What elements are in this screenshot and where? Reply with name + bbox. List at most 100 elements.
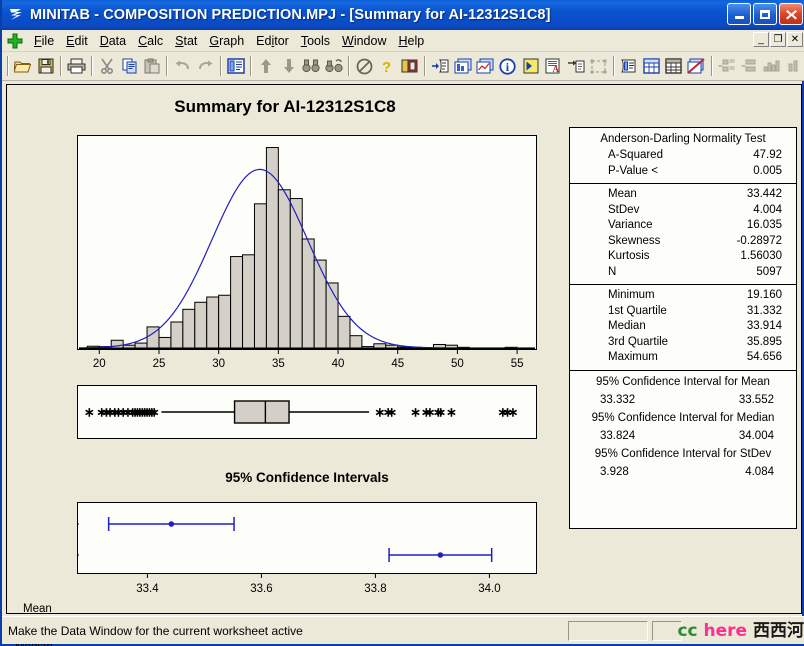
outlier-marker: ∗: [446, 405, 457, 420]
stat-row: StDev 4.004: [570, 203, 796, 219]
stat-value: 0.005: [753, 164, 782, 177]
stat-key: 1st Quartile: [608, 304, 667, 317]
stat-row: Minimum 19.160: [570, 288, 796, 304]
menu-editor[interactable]: Editor: [250, 32, 295, 50]
close-button[interactable]: [779, 3, 803, 25]
mdi-restore-button[interactable]: ❐: [770, 32, 786, 47]
ci-label-mean: Mean: [23, 603, 52, 615]
x-tick-label: 40: [332, 358, 345, 370]
menu-tools[interactable]: Tools: [295, 32, 336, 50]
redo-icon: [195, 54, 216, 78]
menu-window-rest: indow: [353, 33, 387, 48]
ci-lower: 33.824: [600, 429, 636, 442]
outlier-marker: ∗: [435, 405, 446, 420]
minimize-button[interactable]: [727, 3, 751, 25]
quantiles-section: Minimum 19.160 1st Quartile 31.332 Media…: [570, 284, 796, 370]
histogram-bar: [349, 335, 363, 349]
ci-median-header: 95% Confidence Interval for Median: [591, 411, 775, 424]
history-icon[interactable]: [520, 54, 541, 78]
stat-row: 3rd Quartile 35.895: [570, 335, 796, 351]
menu-graph-rest: raph: [219, 33, 245, 48]
stat-row: P-Value < 0.005: [570, 164, 796, 180]
histogram-bar: [253, 203, 267, 349]
close-graphs-icon[interactable]: [686, 54, 707, 78]
mdi-plus-icon: [5, 32, 25, 50]
ci-lower: 3.928: [600, 465, 629, 478]
help-question-icon[interactable]: ?: [377, 54, 398, 78]
open-folder-icon[interactable]: [13, 54, 34, 78]
data-window-icon[interactable]: [664, 54, 685, 78]
histogram-bar: [277, 189, 291, 349]
histogram-bar: [134, 342, 148, 349]
find-replace-icon: [324, 54, 345, 78]
graph-edit-icon[interactable]: [475, 54, 496, 78]
previous-command-icon[interactable]: [430, 54, 451, 78]
send-to-icon[interactable]: [565, 54, 586, 78]
summary-graph: Summary for AI-12312S1C8 20 25 30 35 40 45 50 5…: [7, 85, 801, 646]
menu-file[interactable]: File: [28, 32, 60, 50]
stat-key: 3rd Quartile: [608, 335, 669, 348]
boxplot: ∗ ∗∗∗∗∗∗∗∗∗∗∗∗∗∗∗∗∗ ∗∗∗ ∗ ∗∗∗∗ ∗ ∗∗∗: [77, 385, 537, 439]
print-icon[interactable]: [66, 54, 87, 78]
histogram-bar: [325, 282, 339, 349]
mdi-close-button[interactable]: ✕: [787, 32, 803, 47]
cut-scissors-icon[interactable]: [97, 54, 118, 78]
stat-value: 47.92: [753, 149, 782, 161]
stat-value: 54.656: [746, 351, 782, 363]
maximize-button[interactable]: [753, 3, 777, 25]
svg-text:?: ?: [382, 59, 391, 75]
watermark-cn: 西西河: [753, 621, 804, 641]
histogram-bar: [385, 344, 399, 349]
menu-data-rest: ata: [108, 33, 127, 48]
stat-value: 33.914: [746, 320, 782, 332]
stat-value: 16.035: [746, 219, 782, 231]
outlier-marker: ∗: [410, 405, 421, 420]
menu-tools-rest: ools: [307, 33, 331, 48]
copy-icon[interactable]: [119, 54, 140, 78]
x-tick-label: 45: [391, 358, 404, 370]
histogram-bar: [170, 321, 184, 349]
normality-section: Anderson-Darling Normality Test A-Square…: [570, 128, 796, 183]
toolbar-separator: [166, 56, 169, 76]
move-up-icon: [256, 54, 277, 78]
stat-row: Median 33.914: [570, 319, 796, 335]
paste-icon[interactable]: [142, 54, 163, 78]
worksheet-icon[interactable]: [641, 54, 662, 78]
menu-data[interactable]: Data: [94, 32, 132, 50]
session-window-icon[interactable]: [226, 54, 247, 78]
stat-value: 1.56030: [740, 250, 782, 262]
undo-icon: [172, 54, 193, 78]
histogram-bar: [265, 147, 279, 349]
stat-value: 31.332: [746, 304, 782, 317]
stat-value: 33.442: [746, 188, 782, 200]
stat-value: -0.28972: [736, 234, 782, 247]
info-icon[interactable]: i: [498, 54, 519, 78]
histogram-bar: [337, 315, 351, 349]
ci-stdev-header: 95% Confidence Interval for StDev: [594, 447, 772, 460]
ci-upper: 34.004: [738, 429, 774, 442]
ci-point-estimate: [168, 521, 175, 527]
watermark-cc: cc: [677, 621, 698, 641]
stat-value: 35.895: [746, 335, 782, 348]
stat-key: Kurtosis: [608, 250, 650, 262]
status-bar: Make the Data Window for the current wor…: [2, 616, 804, 644]
menu-window[interactable]: Window: [336, 32, 392, 50]
menu-calc[interactable]: Calc: [132, 32, 169, 50]
ci-upper: 4.084: [745, 465, 774, 478]
histogram-bar: [182, 308, 196, 349]
menu-help[interactable]: Help: [393, 32, 431, 50]
menu-edit[interactable]: Edit: [60, 32, 94, 50]
x-tick-label: 55: [511, 358, 524, 370]
graph-layout-icon[interactable]: [453, 54, 474, 78]
stat-value: 19.160: [746, 289, 782, 301]
save-disk-icon[interactable]: [36, 54, 57, 78]
session-folder-icon[interactable]: [619, 54, 640, 78]
normality-header: Anderson-Darling Normality Test: [600, 133, 766, 145]
project-manager-icon[interactable]: [399, 54, 420, 78]
outlier-marker: ∗: [84, 405, 95, 420]
histogram-bar: [206, 296, 220, 349]
mdi-minimize-button[interactable]: _: [753, 32, 769, 47]
report-pad-icon[interactable]: A: [543, 54, 564, 78]
menu-graph[interactable]: Graph: [203, 32, 250, 50]
menu-stat[interactable]: Stat: [169, 32, 203, 50]
